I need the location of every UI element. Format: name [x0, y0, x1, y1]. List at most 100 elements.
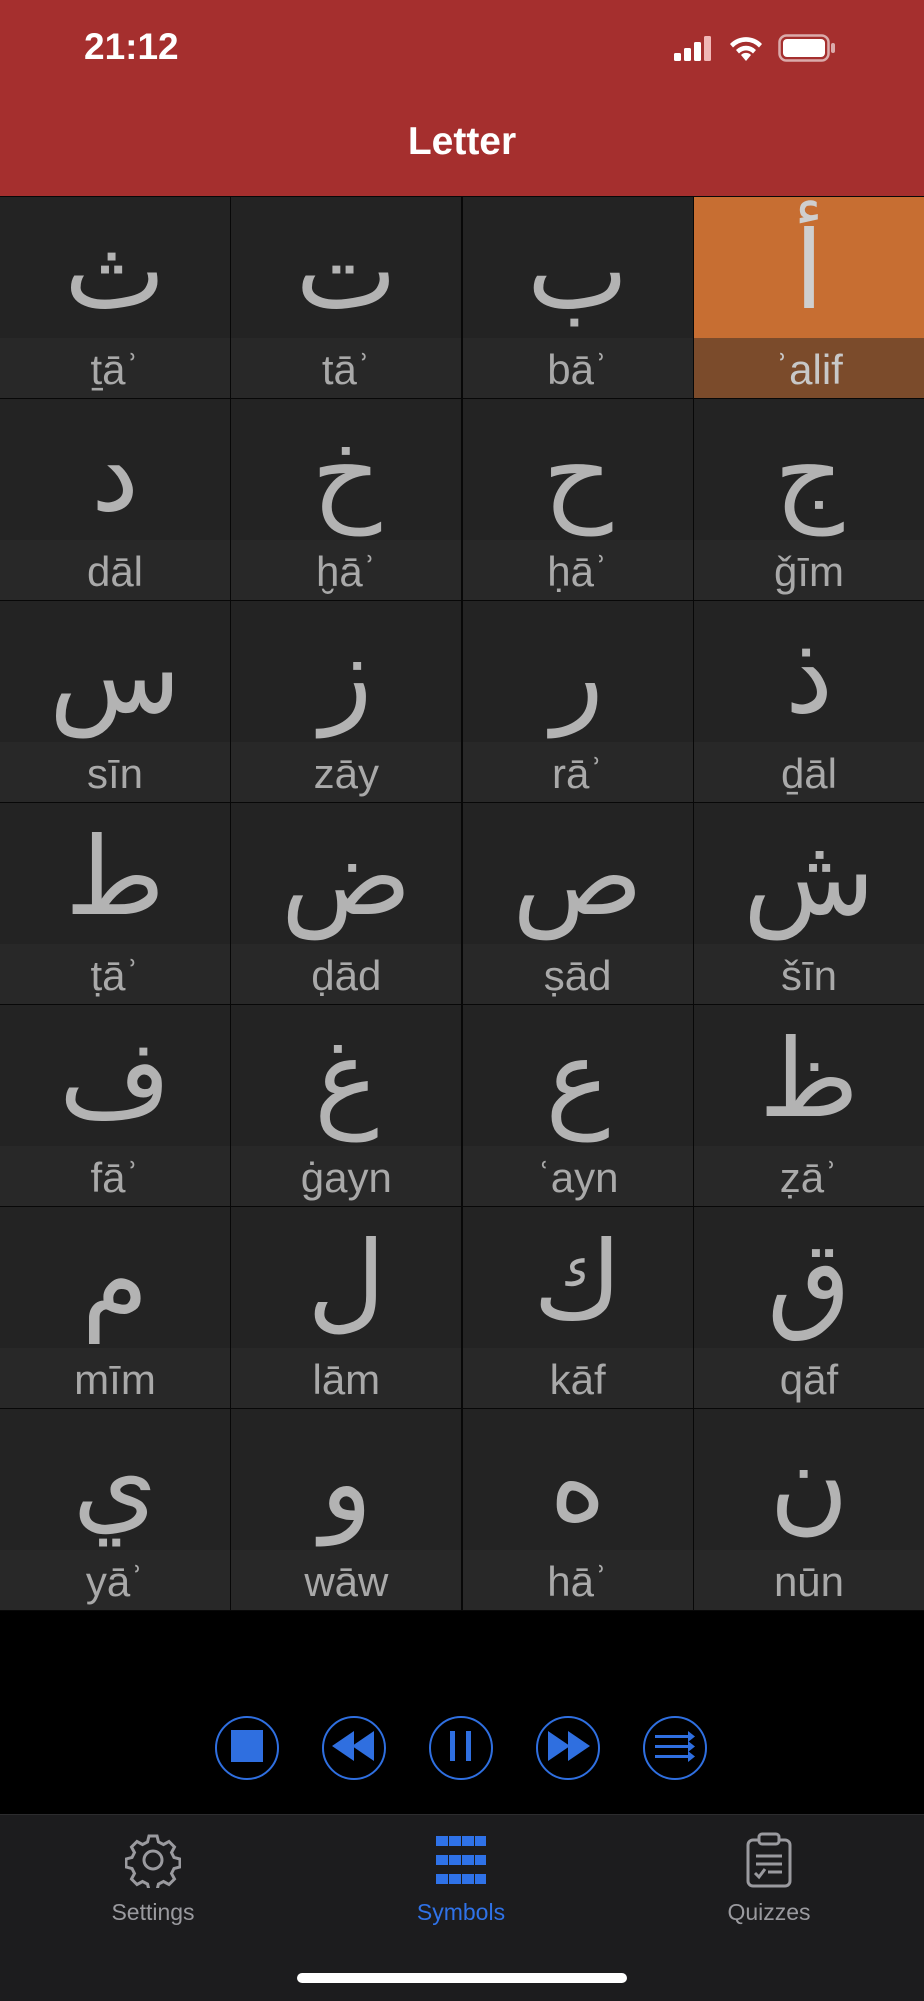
letter-cell[interactable]: ق qāf — [692, 1206, 924, 1409]
letter-glyph: ق — [767, 1219, 851, 1344]
letter-glyph: ز — [320, 613, 373, 738]
letter-glyph: ض — [281, 815, 412, 940]
letter-transliteration: šīn — [780, 952, 837, 999]
letter-transliteration: ẓāʾ — [779, 1154, 839, 1201]
letter-transliteration: wāw — [304, 1558, 389, 1605]
letter-cell[interactable]: و wāw — [230, 1408, 463, 1611]
letter-glyph: س — [49, 613, 181, 738]
letter-transliteration: mīm — [74, 1356, 156, 1403]
letter-cell[interactable]: د dāl — [0, 398, 231, 601]
tab-quizzes-label: Quizzes — [727, 1899, 811, 1925]
page-title: Letter — [407, 120, 517, 163]
letter-transliteration: ṭāʾ — [90, 952, 140, 999]
letter-grid: ث ṯāʾ ت tāʾ ب bāʾ أ ʾalif د dāl خ ḫāʾ ح ḥāʾ ج ǧīm س sīn ز z… — [0, 196, 924, 1611]
letter-transliteration: ḍād — [311, 952, 382, 999]
letter-cell[interactable]: ك kāf — [461, 1206, 694, 1409]
letter-glyph: ث — [64, 209, 166, 334]
letter-transliteration: tāʾ — [321, 346, 371, 393]
letter-cell[interactable]: ش šīn — [692, 802, 924, 1005]
letter-cell[interactable]: غ ġayn — [230, 1004, 463, 1207]
letter-transliteration: sīn — [86, 750, 144, 797]
letter-cell[interactable]: ه hāʾ — [461, 1408, 694, 1611]
letter-glyph: ع — [545, 1017, 610, 1142]
letter-cell[interactable]: ي yāʾ — [0, 1408, 231, 1611]
letter-cell[interactable]: ت tāʾ — [230, 196, 463, 399]
letter-transliteration: fāʾ — [90, 1154, 140, 1201]
fast-forward-button[interactable] — [536, 1716, 600, 1780]
letter-transliteration: zāy — [313, 750, 379, 797]
playlist-button[interactable] — [643, 1716, 707, 1780]
letter-glyph: ص — [512, 815, 643, 940]
tab-quizzes[interactable]: Quizzes — [669, 1832, 869, 1926]
letter-glyph: ش — [743, 815, 875, 940]
letter-cell[interactable]: ز zāy — [230, 600, 463, 803]
letter-glyph: ه — [549, 1421, 606, 1546]
letter-cell[interactable]: ف fāʾ — [0, 1004, 231, 1207]
letter-glyph: ظ — [759, 1017, 859, 1142]
battery-icon — [778, 34, 836, 66]
letter-glyph: ح — [542, 411, 613, 536]
letter-cell[interactable]: خ ḫāʾ — [230, 398, 463, 601]
letter-glyph: أ — [793, 209, 824, 334]
letter-transliteration: yāʾ — [85, 1558, 145, 1605]
letter-glyph: ط — [65, 815, 165, 940]
letter-glyph: ي — [72, 1421, 158, 1546]
tab-settings-label: Settings — [111, 1899, 195, 1925]
letter-cell[interactable]: ذ ḏāl — [692, 600, 924, 803]
letter-transliteration: bāʾ — [547, 346, 608, 393]
tab-symbols-label: Symbols — [416, 1899, 506, 1925]
letter-cell[interactable]: ص ṣād — [461, 802, 694, 1005]
letter-transliteration: ʾalif — [775, 346, 843, 393]
letter-cell[interactable]: ب bāʾ — [461, 196, 694, 399]
letter-cell[interactable]: ض ḍād — [230, 802, 463, 1005]
letter-cell[interactable]: م mīm — [0, 1206, 231, 1409]
gear-icon — [124, 1832, 182, 1892]
letter-glyph: م — [81, 1219, 149, 1344]
letter-glyph: غ — [314, 1017, 379, 1142]
letter-cell[interactable]: ج ǧīm — [692, 398, 924, 601]
letter-transliteration: kāf — [549, 1356, 606, 1403]
letter-cell[interactable]: أ ʾalif — [692, 196, 924, 399]
letter-transliteration: qāf — [779, 1356, 839, 1403]
letter-glyph: ر — [551, 613, 604, 738]
letter-glyph: ل — [307, 1219, 386, 1344]
letter-cell[interactable]: ر rāʾ — [461, 600, 694, 803]
status-icons — [674, 32, 836, 68]
letter-cell[interactable]: س sīn — [0, 600, 231, 803]
letter-transliteration: ḥāʾ — [547, 548, 608, 595]
letter-transliteration: ḏāl — [780, 750, 838, 797]
audio-player-controls — [0, 1612, 924, 1814]
playlist-icon — [653, 1729, 697, 1767]
letter-cell[interactable]: ث ṯāʾ — [0, 196, 231, 399]
letter-transliteration: rāʾ — [551, 750, 604, 797]
home-indicator — [297, 1973, 627, 1983]
fast-forward-icon — [544, 1729, 592, 1767]
rewind-button[interactable] — [322, 1716, 386, 1780]
letter-glyph: د — [90, 411, 140, 536]
letter-transliteration: ǧīm — [773, 548, 844, 595]
grid-icon — [435, 1835, 487, 1889]
letter-transliteration: lām — [312, 1356, 381, 1403]
wifi-icon — [728, 34, 764, 66]
tab-settings[interactable]: Settings — [53, 1833, 253, 1926]
letter-glyph: ف — [59, 1017, 171, 1142]
navigation-header: 21:12 Letter — [0, 0, 924, 196]
letter-transliteration: ṣād — [543, 952, 612, 999]
pause-icon — [446, 1729, 476, 1767]
letter-cell[interactable]: ط ṭāʾ — [0, 802, 231, 1005]
letter-glyph: و — [320, 1421, 373, 1546]
letter-cell[interactable]: ح ḥāʾ — [461, 398, 694, 601]
letter-transliteration: nūn — [773, 1558, 845, 1605]
tab-symbols[interactable]: Symbols — [361, 1833, 561, 1926]
letter-cell[interactable]: ظ ẓāʾ — [692, 1004, 924, 1207]
letter-cell[interactable]: ع ʿayn — [461, 1004, 694, 1207]
pause-button[interactable] — [429, 1716, 493, 1780]
stop-button[interactable] — [215, 1716, 279, 1780]
letter-glyph: ب — [526, 209, 629, 334]
letter-cell[interactable]: ن nūn — [692, 1408, 924, 1611]
stop-icon — [230, 1729, 264, 1767]
letter-glyph: ن — [769, 1421, 849, 1546]
status-time: 21:12 — [84, 26, 179, 67]
letter-glyph: ك — [533, 1219, 623, 1344]
letter-cell[interactable]: ل lām — [230, 1206, 463, 1409]
